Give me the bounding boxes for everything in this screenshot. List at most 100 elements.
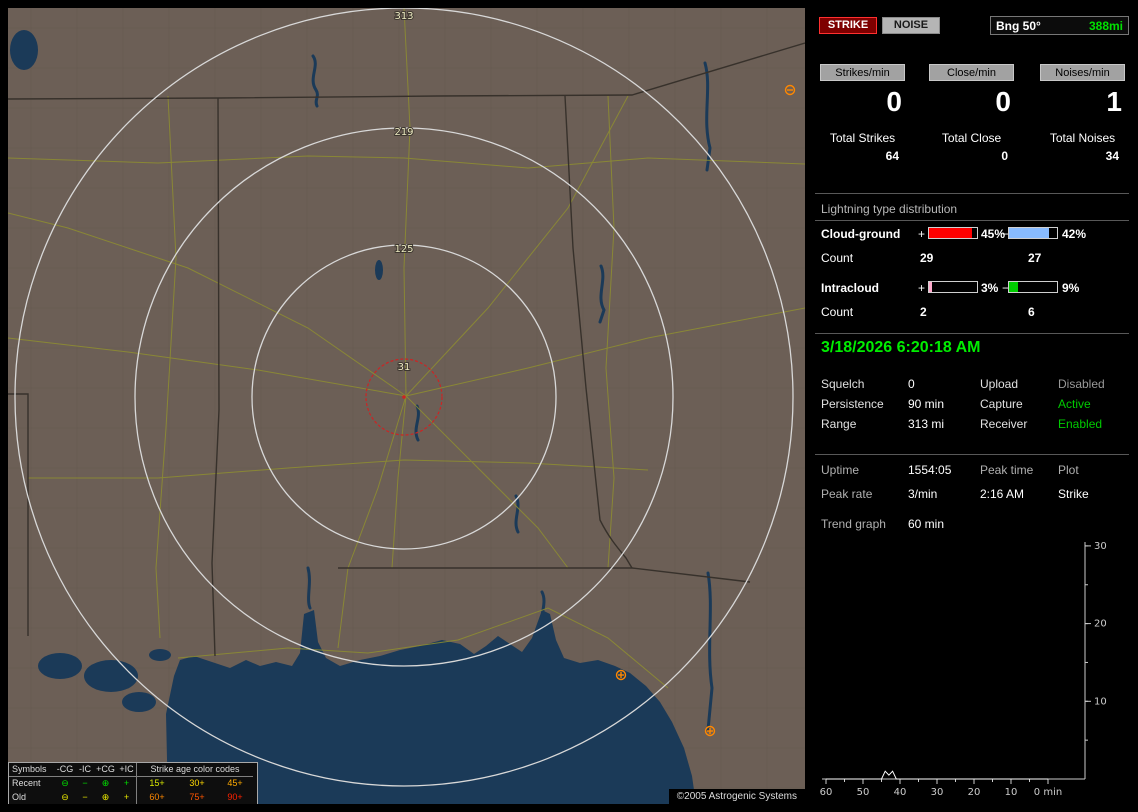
persistence-label: Persistence	[821, 397, 884, 411]
svg-text:20: 20	[1094, 619, 1107, 630]
trend-graph-label: Trend graph	[821, 517, 886, 531]
stats-row-1: Uptime 1554:05 Peak time Plot	[815, 463, 1131, 479]
neg-ic-old-icon: −	[82, 792, 88, 802]
count-label: Count	[821, 251, 854, 265]
trend-graph-header: Trend graph 60 min	[815, 517, 1131, 533]
upload-label: Upload	[980, 377, 1019, 391]
range-value: 313 mi	[908, 417, 945, 431]
stormvue-lightning-app: 313 219 125 31 Symbols -CG -IC +CG +IC S…	[0, 0, 1138, 812]
svg-text:30: 30	[931, 787, 944, 798]
total-noises-label: Total Noises	[1049, 131, 1116, 145]
divider	[815, 220, 1129, 221]
total-strikes-value: 64	[885, 149, 899, 163]
total-strikes-label: Total Strikes	[829, 131, 896, 145]
intracloud-row: Intracloud + 3% − 9%	[815, 281, 1131, 297]
divider	[815, 454, 1129, 455]
total-close-value: 0	[1001, 149, 1008, 163]
ic-minus-bar	[1008, 281, 1058, 293]
neg-ic-recent-icon: −	[82, 778, 88, 788]
legend-col-neg-ic: -IC	[76, 763, 94, 777]
svg-text:50: 50	[857, 787, 870, 798]
strikes-per-min-button[interactable]: Strikes/min	[820, 64, 905, 81]
cloud-ground-label: Cloud-ground	[821, 227, 901, 241]
range-label: Range	[821, 417, 857, 431]
pos-cg-old-icon: ⊕	[101, 792, 110, 802]
svg-text:60: 60	[820, 787, 833, 798]
noises-per-min-value: 1	[1106, 86, 1122, 117]
uptime-value: 1554:05	[908, 463, 952, 477]
capture-status: Active	[1058, 397, 1091, 411]
peak-rate-label: Peak rate	[821, 487, 873, 501]
squelch-value: 0	[908, 377, 915, 391]
peak-time-value: 2:16 AM	[980, 487, 1025, 501]
svg-text:10: 10	[1005, 787, 1018, 798]
plot-label: Plot	[1058, 463, 1079, 477]
strikes-per-min-value: 0	[886, 86, 902, 117]
bearing-range-value: 388mi	[1088, 18, 1123, 33]
map-legend: Symbols -CG -IC +CG +IC Strike age color…	[8, 762, 258, 804]
neg-cg-old-icon: ⊖	[61, 792, 69, 802]
pos-ic-recent-icon: +	[117, 777, 137, 791]
close-per-min-button[interactable]: Close/min	[929, 64, 1014, 81]
capture-label: Capture	[980, 397, 1023, 411]
bearing-range-display: Bng 50° 388mi	[990, 16, 1129, 35]
legend-row-old-label: Old	[12, 792, 27, 802]
intracloud-label: Intracloud	[821, 281, 880, 295]
uptime-label: Uptime	[821, 463, 860, 477]
lightning-map[interactable]: 313 219 125 31 Symbols -CG -IC +CG +IC S…	[8, 8, 805, 804]
noises-per-min-button[interactable]: Noises/min	[1040, 64, 1125, 81]
cg-minus-bar	[1008, 227, 1058, 239]
age-75: 75+	[189, 792, 205, 802]
status-row-squelch: Squelch 0 Upload Disabled	[815, 377, 1131, 393]
plus-sign: +	[918, 227, 926, 241]
divider	[815, 333, 1129, 334]
cg-minus-count: 27	[1028, 251, 1042, 265]
cg-plus-bar	[928, 227, 978, 239]
divider	[815, 193, 1129, 194]
trend-graph: 30 20 10 60 50 40 30 20 10 0 min	[820, 541, 1107, 798]
peak-rate-value: 3/min	[908, 487, 938, 501]
strike-mode-button[interactable]: STRIKE	[819, 17, 877, 34]
ic-minus-pct: 9%	[1062, 281, 1080, 295]
bearing-label: Bng 50°	[996, 18, 1041, 33]
svg-text:40: 40	[894, 787, 907, 798]
side-panel: STRIKE NOISE Bng 50° 388mi Strikes/min C…	[815, 8, 1131, 804]
peak-time-label: Peak time	[980, 463, 1034, 477]
noise-mode-button[interactable]: NOISE	[882, 17, 940, 34]
legend-row-recent-label: Recent	[12, 778, 41, 788]
intracloud-count-row: Count 2 6	[815, 305, 1131, 321]
age-30: 30+	[189, 778, 205, 788]
count-label: Count	[821, 305, 854, 319]
trend-window-value: 60 min	[908, 517, 945, 531]
svg-text:10: 10	[1094, 696, 1107, 707]
ic-minus-fill	[1009, 282, 1018, 292]
ring-label-125: 125	[394, 244, 413, 255]
age-15: 15+	[149, 778, 165, 788]
receiver-label: Receiver	[980, 417, 1028, 431]
svg-text:0 min: 0 min	[1034, 787, 1062, 798]
svg-text:20: 20	[968, 787, 981, 798]
pos-ic-old-icon: +	[117, 791, 137, 804]
age-90: 90+	[227, 792, 243, 802]
cg-plus-count: 29	[920, 251, 934, 265]
ic-plus-count: 2	[920, 305, 927, 319]
status-row-persistence: Persistence 90 min Capture Active	[815, 397, 1131, 413]
ic-minus-count: 6	[1028, 305, 1035, 319]
legend-col-pos-ic: +IC	[117, 763, 137, 777]
cg-minus-fill	[1009, 228, 1050, 238]
plot-value: Strike	[1058, 487, 1089, 501]
persistence-value: 90 min	[908, 397, 945, 411]
neg-cg-recent-icon: ⊖	[61, 778, 69, 788]
ic-plus-pct: 3%	[981, 281, 999, 295]
pos-cg-recent-icon: ⊕	[101, 778, 110, 788]
ring-label-31: 31	[398, 362, 411, 373]
status-row-range: Range 313 mi Receiver Enabled	[815, 417, 1131, 433]
total-noises-value: 34	[1105, 149, 1119, 163]
legend-col-pos-cg: +CG	[94, 763, 117, 777]
legend-age-header: Strike age color codes	[137, 763, 253, 777]
plus-sign: +	[918, 281, 926, 295]
ic-plus-fill	[929, 282, 932, 292]
map-canvas[interactable]: 313 219 125 31	[8, 8, 805, 804]
age-60: 60+	[149, 792, 165, 802]
receiver-status: Enabled	[1058, 417, 1103, 431]
